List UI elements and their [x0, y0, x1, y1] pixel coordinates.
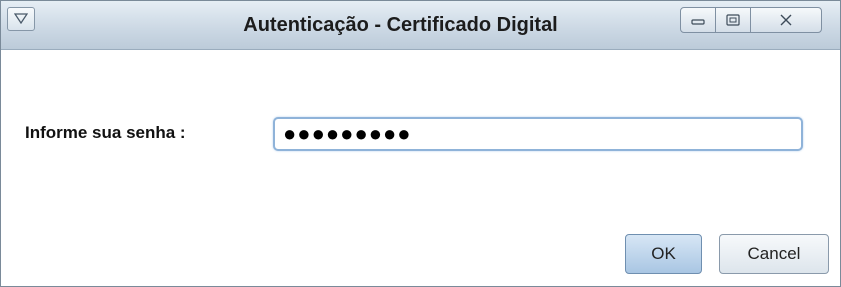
window-controls — [680, 7, 822, 33]
maximize-button[interactable] — [715, 7, 751, 33]
title-bar[interactable]: Autenticação - Certificado Digital — [1, 1, 840, 50]
password-field[interactable]: ●●●●●●●●● — [273, 117, 803, 151]
close-icon — [780, 14, 792, 26]
ok-button[interactable]: OK — [625, 234, 702, 274]
maximize-icon — [726, 14, 740, 26]
dialog-window: Autenticação - Certificado Digital Infor… — [0, 0, 841, 287]
cancel-button[interactable]: Cancel — [719, 234, 829, 274]
minimize-icon — [691, 19, 705, 25]
close-button[interactable] — [750, 7, 822, 33]
password-label: Informe sua senha : — [25, 123, 186, 142]
minimize-button[interactable] — [680, 7, 716, 33]
